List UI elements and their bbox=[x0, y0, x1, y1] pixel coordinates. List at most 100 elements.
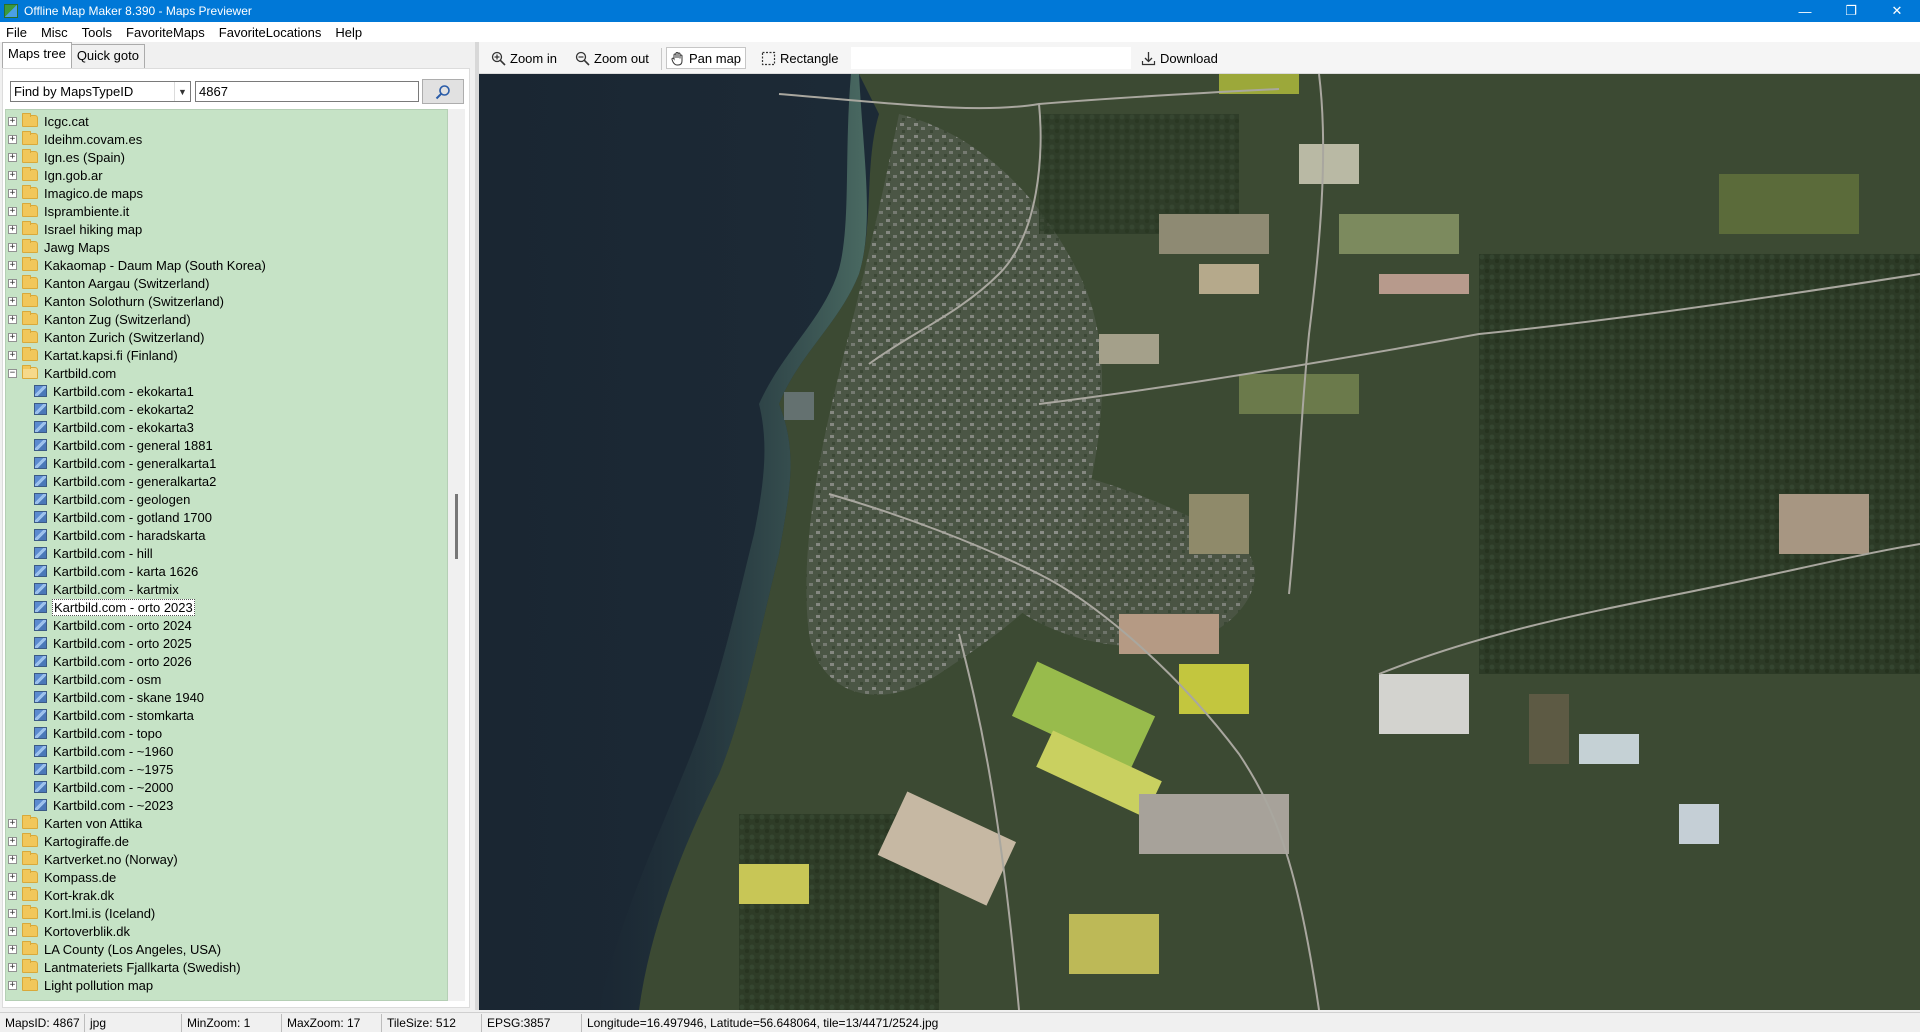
tree-map-item[interactable]: Kartbild.com - hill bbox=[34, 544, 154, 562]
expand-icon[interactable]: + bbox=[8, 818, 17, 828]
tree-map-item[interactable]: Kartbild.com - ~1975 bbox=[34, 760, 174, 778]
tree-folder-item[interactable]: + Jawg Maps bbox=[8, 238, 111, 256]
tree-map-item[interactable]: Kartbild.com - orto 2026 bbox=[34, 652, 193, 670]
expand-icon[interactable]: + bbox=[8, 854, 17, 864]
download-button[interactable]: Download bbox=[1137, 47, 1222, 69]
tree-folder-item[interactable]: + Kakaomap - Daum Map (South Korea) bbox=[8, 256, 267, 274]
restore-button[interactable]: ❐ bbox=[1828, 0, 1874, 22]
expand-icon[interactable]: + bbox=[8, 962, 17, 972]
menu-misc[interactable]: Misc bbox=[34, 25, 75, 40]
tree-folder-item[interactable]: + Kanton Solothurn (Switzerland) bbox=[8, 292, 225, 310]
tree-folder-item[interactable]: + Ign.gob.ar bbox=[8, 166, 104, 184]
expand-icon[interactable]: + bbox=[8, 296, 17, 306]
tree-folder-item[interactable]: + Karten von Attika bbox=[8, 814, 143, 832]
expand-icon[interactable]: + bbox=[8, 206, 17, 216]
tree-map-item[interactable]: Kartbild.com - ~2023 bbox=[34, 796, 174, 814]
expand-icon[interactable]: + bbox=[8, 908, 17, 918]
expand-icon[interactable]: + bbox=[8, 242, 17, 252]
tree-folder-item[interactable]: + Ideihm.covam.es bbox=[8, 130, 143, 148]
tree-map-item[interactable]: Kartbild.com - generalkarta1 bbox=[34, 454, 217, 472]
tree-folder-item[interactable]: + Light pollution map bbox=[8, 976, 154, 994]
search-input[interactable]: 4867 bbox=[195, 81, 419, 102]
tree-map-item[interactable]: Kartbild.com - topo bbox=[34, 724, 163, 742]
expand-icon[interactable]: + bbox=[8, 314, 17, 324]
chevron-down-icon[interactable]: ▼ bbox=[174, 82, 190, 101]
tree-folder-item[interactable]: + Kanton Zug (Switzerland) bbox=[8, 310, 192, 328]
tree-map-item[interactable]: Kartbild.com - haradskarta bbox=[34, 526, 206, 544]
tree-map-item[interactable]: Kartbild.com - kartmix bbox=[34, 580, 180, 598]
tree-folder-item[interactable]: − Kartbild.com bbox=[8, 364, 117, 382]
tree-folder-item[interactable]: + Kortoverblik.dk bbox=[8, 922, 131, 940]
tree-folder-item[interactable]: + Isprambiente.it bbox=[8, 202, 130, 220]
tab-maps-tree[interactable]: Maps tree bbox=[2, 42, 72, 68]
close-button[interactable]: ✕ bbox=[1874, 0, 1920, 22]
tree-folder-item[interactable]: + Ign.es (Spain) bbox=[8, 148, 126, 166]
tree-map-item[interactable]: Kartbild.com - ekokarta1 bbox=[34, 382, 195, 400]
menu-favorite-maps[interactable]: FavoriteMaps bbox=[119, 25, 212, 40]
collapse-icon[interactable]: − bbox=[8, 368, 17, 378]
tree-map-item[interactable]: Kartbild.com - ekokarta3 bbox=[34, 418, 195, 436]
menu-file[interactable]: File bbox=[0, 25, 34, 40]
tree-folder-item[interactable]: + Israel hiking map bbox=[8, 220, 143, 238]
minimize-button[interactable]: — bbox=[1782, 0, 1828, 22]
map-view[interactable] bbox=[479, 74, 1920, 1010]
expand-icon[interactable]: + bbox=[8, 116, 17, 126]
zoom-out-button[interactable]: Zoom out bbox=[571, 47, 653, 69]
tree-map-item[interactable]: Kartbild.com - ~1960 bbox=[34, 742, 174, 760]
find-by-select[interactable]: Find by MapsTypeID ▼ bbox=[10, 81, 191, 102]
menu-tools[interactable]: Tools bbox=[75, 25, 119, 40]
tree-map-item[interactable]: Kartbild.com - orto 2023 bbox=[34, 598, 195, 616]
tree-folder-item[interactable]: + Kompass.de bbox=[8, 868, 117, 886]
expand-icon[interactable]: + bbox=[8, 152, 17, 162]
tree-map-item[interactable]: Kartbild.com - karta 1626 bbox=[34, 562, 199, 580]
expand-icon[interactable]: + bbox=[8, 332, 17, 342]
menu-help[interactable]: Help bbox=[328, 25, 369, 40]
expand-icon[interactable]: + bbox=[8, 944, 17, 954]
expand-icon[interactable]: + bbox=[8, 260, 17, 270]
zoom-in-button[interactable]: Zoom in bbox=[487, 47, 561, 69]
tree-folder-item[interactable]: + Imagico.de maps bbox=[8, 184, 144, 202]
tree-map-item[interactable]: Kartbild.com - general 1881 bbox=[34, 436, 214, 454]
tree-folder-item[interactable]: + Kartogiraffe.de bbox=[8, 832, 130, 850]
tree-folder-item[interactable]: + Kort-krak.dk bbox=[8, 886, 115, 904]
menu-favorite-locations[interactable]: FavoriteLocations bbox=[212, 25, 329, 40]
expand-icon[interactable]: + bbox=[8, 890, 17, 900]
tree-folder-item[interactable]: + Kanton Aargau (Switzerland) bbox=[8, 274, 210, 292]
expand-icon[interactable]: + bbox=[8, 188, 17, 198]
tree-map-item[interactable]: Kartbild.com - stomkarta bbox=[34, 706, 195, 724]
tree-map-item[interactable]: Kartbild.com - geologen bbox=[34, 490, 191, 508]
tree-map-item[interactable]: Kartbild.com - ~2000 bbox=[34, 778, 174, 796]
expand-icon[interactable]: + bbox=[8, 278, 17, 288]
expand-icon[interactable]: + bbox=[8, 980, 17, 990]
tree-item-label: Kartogiraffe.de bbox=[44, 833, 130, 849]
tree-map-item[interactable]: Kartbild.com - skane 1940 bbox=[34, 688, 205, 706]
rectangle-button[interactable]: Rectangle bbox=[757, 47, 843, 69]
tree-map-item[interactable]: Kartbild.com - osm bbox=[34, 670, 162, 688]
tree-map-item[interactable]: Kartbild.com - gotland 1700 bbox=[34, 508, 213, 526]
tree-folder-item[interactable]: + Lantmateriets Fjallkarta (Swedish) bbox=[8, 958, 242, 976]
tree-folder-item[interactable]: + Kartverket.no (Norway) bbox=[8, 850, 179, 868]
tree-folder-item[interactable]: + LA County (Los Angeles, USA) bbox=[8, 940, 222, 958]
expand-icon[interactable]: + bbox=[8, 170, 17, 180]
expand-icon[interactable]: + bbox=[8, 224, 17, 234]
expand-icon[interactable]: + bbox=[8, 872, 17, 882]
expand-icon[interactable]: + bbox=[8, 926, 17, 936]
tree-scrollbar[interactable] bbox=[448, 109, 465, 1001]
tree-scrollbar-thumb[interactable] bbox=[455, 494, 458, 559]
tree-map-item[interactable]: Kartbild.com - generalkarta2 bbox=[34, 472, 217, 490]
tree-map-item[interactable]: Kartbild.com - ekokarta2 bbox=[34, 400, 195, 418]
tree-folder-item[interactable]: + Kanton Zurich (Switzerland) bbox=[8, 328, 205, 346]
tree-folder-item[interactable]: + Kartat.kapsi.fi (Finland) bbox=[8, 346, 179, 364]
expand-icon[interactable]: + bbox=[8, 836, 17, 846]
folder-icon bbox=[22, 185, 38, 199]
maps-tree[interactable]: + Icgc.cat + Ideihm.covam.es + Ign.es (Spain)… bbox=[5, 109, 448, 1001]
expand-icon[interactable]: + bbox=[8, 134, 17, 144]
tree-map-item[interactable]: Kartbild.com - orto 2025 bbox=[34, 634, 193, 652]
tree-map-item[interactable]: Kartbild.com - orto 2024 bbox=[34, 616, 193, 634]
tab-quick-goto[interactable]: Quick goto bbox=[70, 44, 145, 68]
tree-folder-item[interactable]: + Kort.lmi.is (Iceland) bbox=[8, 904, 156, 922]
expand-icon[interactable]: + bbox=[8, 350, 17, 360]
search-button[interactable] bbox=[422, 79, 464, 104]
tree-folder-item[interactable]: + Icgc.cat bbox=[8, 112, 90, 130]
pan-map-button[interactable]: Pan map bbox=[666, 47, 747, 69]
